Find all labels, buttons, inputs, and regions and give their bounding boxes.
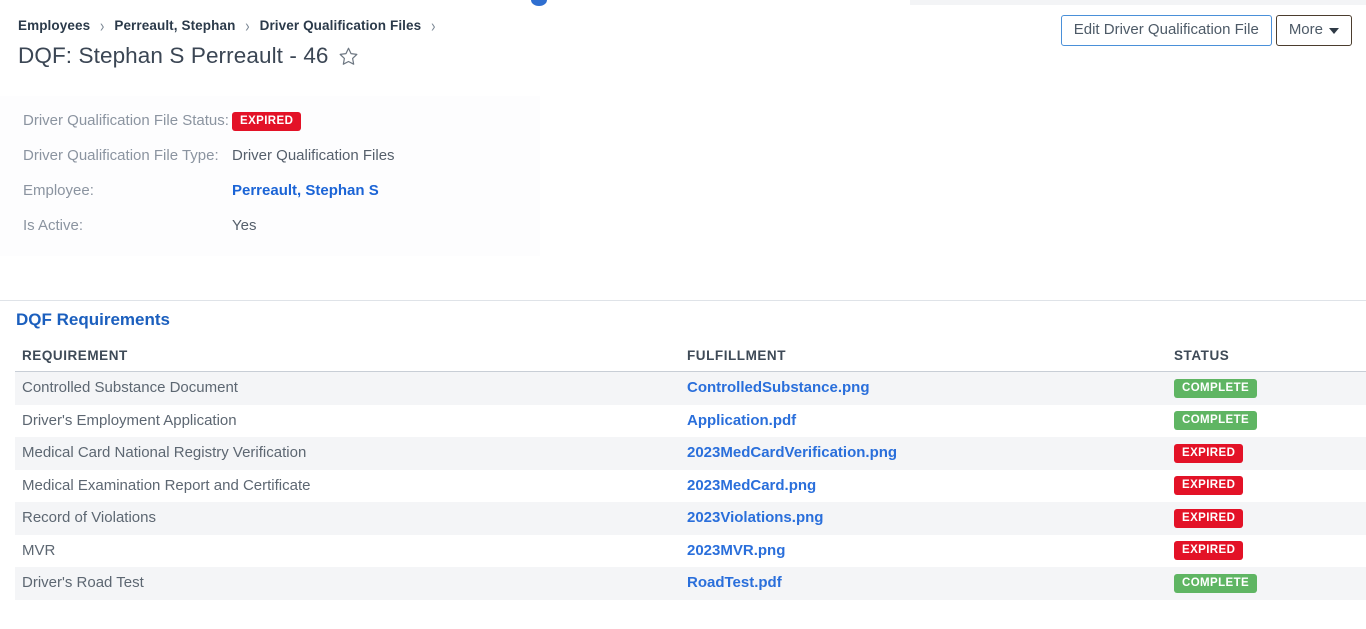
caret-down-icon: [1329, 28, 1339, 34]
detail-label-is-active: Is Active:: [23, 217, 84, 234]
cell-requirement: Driver's Employment Application: [22, 411, 237, 429]
column-header-fulfillment: FULFILLMENT: [687, 348, 787, 363]
cell-status: COMPLETE: [1174, 411, 1359, 431]
detail-row-employee: Employee: Perreault, Stephan S: [0, 178, 540, 203]
cell-fulfillment-link[interactable]: 2023MedCardVerification.png: [687, 443, 1174, 463]
status-badge: COMPLETE: [1174, 411, 1258, 431]
detail-label-type: Driver Qualification File Type:: [23, 147, 219, 164]
column-header-requirement: REQUIREMENT: [22, 348, 128, 363]
detail-value-is-active: Yes: [232, 217, 257, 234]
breadcrumb-item-driver-qualification-files[interactable]: Driver Qualification Files: [260, 18, 422, 33]
status-badge: EXPIRED: [1174, 443, 1244, 463]
cell-requirement: Controlled Substance Document: [22, 379, 238, 397]
detail-label-status: Driver Qualification File Status:: [23, 112, 229, 129]
column-header-status: STATUS: [1174, 348, 1230, 363]
edit-driver-qualification-file-button[interactable]: Edit Driver Qualification File: [1060, 15, 1272, 46]
dqf-detail-page: Employees › Perreault, Stephan › Driver …: [0, 0, 1366, 629]
cell-requirement: Medical Examination Report and Certifica…: [22, 476, 311, 494]
breadcrumb-separator-icon: ›: [245, 15, 250, 36]
cell-fulfillment-link[interactable]: 2023MVR.png: [687, 541, 1174, 561]
cell-status: COMPLETE: [1174, 573, 1359, 593]
cell-status: EXPIRED: [1174, 508, 1359, 528]
table-row: Medical Examination Report and Certifica…: [15, 469, 1366, 502]
star-outline-icon[interactable]: [338, 46, 359, 67]
breadcrumb-separator-icon: ›: [431, 15, 436, 36]
table-row: Controlled Substance Document Controlled…: [15, 372, 1366, 405]
cell-fulfillment-link[interactable]: ControlledSubstance.png: [687, 378, 1174, 398]
header-actions: Edit Driver Qualification File More: [1060, 15, 1352, 46]
status-badge: EXPIRED: [232, 111, 302, 131]
section-title: DQF Requirements: [16, 310, 170, 329]
title-row: DQF: Stephan S Perreault - 46: [18, 42, 1350, 70]
detail-value-status: EXPIRED: [232, 108, 302, 133]
more-button[interactable]: More: [1275, 15, 1352, 46]
status-badge: EXPIRED: [1174, 541, 1244, 561]
requirements-table: REQUIREMENT FULFILLMENT STATUS Controlle…: [0, 348, 1366, 600]
more-button-label: More: [1288, 21, 1323, 38]
detail-row-status: Driver Qualification File Status: EXPIRE…: [0, 108, 540, 133]
cell-status: COMPLETE: [1174, 378, 1359, 398]
cell-status: EXPIRED: [1174, 443, 1359, 463]
cell-fulfillment-link[interactable]: RoadTest.pdf: [687, 573, 1174, 593]
top-edge-strip-right: [910, 0, 1366, 5]
table-row: Record of Violations 2023Violations.png …: [15, 502, 1366, 535]
table-row: Driver's Employment Application Applicat…: [15, 404, 1366, 437]
status-badge: EXPIRED: [1174, 476, 1244, 496]
breadcrumb-separator-icon: ›: [100, 15, 105, 36]
table-row: Medical Card National Registry Verificat…: [15, 437, 1366, 470]
cell-requirement: MVR: [22, 541, 56, 559]
table-header-row: REQUIREMENT FULFILLMENT STATUS: [15, 348, 1366, 372]
detail-value-type: Driver Qualification Files: [232, 147, 395, 164]
section-divider: [0, 300, 1366, 301]
detail-label-employee: Employee:: [23, 182, 94, 199]
detail-row-type: Driver Qualification File Type: Driver Q…: [0, 143, 540, 168]
cell-fulfillment-link[interactable]: 2023MedCard.png: [687, 476, 1174, 496]
dqf-requirements-section: DQF Requirements REQUIREMENT FULFILLMENT…: [0, 308, 1366, 600]
cell-requirement: Record of Violations: [22, 509, 156, 527]
breadcrumb-item-employees[interactable]: Employees: [18, 18, 90, 33]
cell-fulfillment-link[interactable]: 2023Violations.png: [687, 508, 1174, 528]
page-title: DQF: Stephan S Perreault - 46: [18, 43, 329, 68]
cell-requirement: Medical Card National Registry Verificat…: [22, 444, 307, 462]
status-badge: COMPLETE: [1174, 378, 1258, 398]
cell-status: EXPIRED: [1174, 541, 1359, 561]
status-badge: COMPLETE: [1174, 573, 1258, 593]
cell-requirement: Driver's Road Test: [22, 574, 144, 592]
breadcrumb-item-perreault[interactable]: Perreault, Stephan: [114, 18, 235, 33]
cell-fulfillment-link[interactable]: Application.pdf: [687, 411, 1174, 431]
detail-row-is-active: Is Active: Yes: [0, 213, 540, 238]
table-row: MVR 2023MVR.png EXPIRED: [15, 534, 1366, 567]
record-details-panel: Driver Qualification File Status: EXPIRE…: [0, 96, 540, 256]
table-row: Driver's Road Test RoadTest.pdf COMPLETE: [15, 567, 1366, 600]
cell-status: EXPIRED: [1174, 476, 1359, 496]
detail-value-employee-link[interactable]: Perreault, Stephan S: [232, 178, 379, 203]
status-badge: EXPIRED: [1174, 508, 1244, 528]
